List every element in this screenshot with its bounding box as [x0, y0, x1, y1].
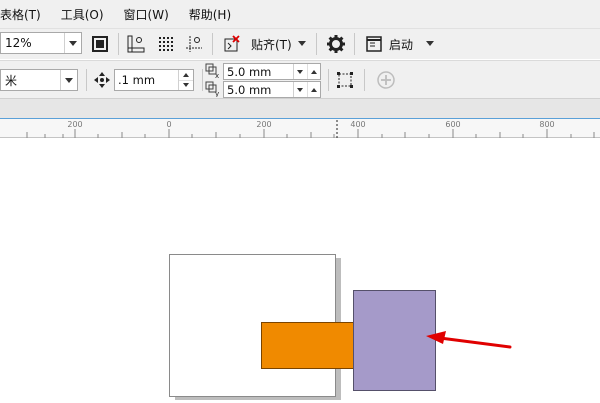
zoom-combo[interactable]: 12%	[0, 32, 82, 54]
chevron-down-icon[interactable]	[298, 41, 306, 46]
launch-window-icon[interactable]	[362, 32, 386, 56]
purple-rectangle[interactable]	[353, 290, 436, 391]
property-bar: 米 .1 mm x y 5.0 mm 5.0 mm	[0, 60, 600, 99]
menu-tools[interactable]: 工具(O)	[51, 6, 114, 23]
chevron-down-icon[interactable]	[64, 33, 81, 53]
ruler-tick-label: 400	[350, 120, 365, 129]
orange-rectangle[interactable]	[261, 322, 354, 369]
zoom-value: 12%	[5, 36, 32, 50]
nudge-value: .1 mm	[118, 73, 156, 87]
toolbar-separator	[118, 33, 119, 55]
chevron-down-icon[interactable]	[426, 41, 434, 46]
duplicate-y-stepper[interactable]: 5.0 mm	[223, 81, 321, 98]
snap-off-icon[interactable]	[220, 32, 244, 56]
add-icon[interactable]	[374, 68, 398, 92]
duplicate-y-value: 5.0 mm	[227, 82, 272, 97]
ruler-tick-label: 800	[539, 120, 554, 129]
increment-button[interactable]	[308, 82, 321, 97]
svg-text:y: y	[215, 90, 219, 97]
standard-toolbar: 12% 贴齐(T) 启动	[0, 28, 600, 59]
ruler-tick-label: 600	[445, 120, 460, 129]
units-value: 米	[5, 73, 18, 88]
drawing-canvas[interactable]	[0, 138, 600, 400]
ruler-icon[interactable]	[124, 32, 148, 56]
launch-label[interactable]: 启动	[389, 36, 413, 53]
toolbar-separator	[354, 33, 355, 55]
duplicate-x-stepper[interactable]: 5.0 mm	[223, 63, 321, 80]
chevron-down-icon[interactable]	[60, 70, 77, 90]
increment-button[interactable]	[179, 70, 193, 81]
increment-button[interactable]	[308, 64, 321, 79]
decrement-button[interactable]	[179, 81, 193, 91]
menu-table[interactable]: 表格(T)	[0, 6, 51, 23]
menu-window[interactable]: 窗口(W)	[114, 6, 179, 23]
dup-y-icon: y	[204, 80, 222, 98]
dup-x-icon: x	[204, 62, 222, 80]
toolbar-separator	[202, 69, 203, 91]
toolbar-separator	[212, 33, 213, 55]
grid-icon[interactable]	[154, 32, 178, 56]
toolbar-separator	[364, 69, 365, 91]
toolbar-separator	[316, 33, 317, 55]
duplicate-x-value: 5.0 mm	[227, 64, 272, 79]
docker-tab-strip	[0, 98, 600, 119]
ruler-tick-label: 200	[256, 120, 271, 129]
ruler-tick-label: 200	[67, 120, 82, 129]
page-frame-icon[interactable]	[333, 68, 357, 92]
menu-help[interactable]: 帮助(H)	[179, 6, 241, 23]
ruler-tick-label: 0	[166, 120, 171, 129]
fullscreen-icon[interactable]	[88, 32, 112, 56]
nudge-icon	[90, 68, 114, 92]
units-combo[interactable]: 米	[0, 69, 78, 91]
decrement-button[interactable]	[294, 82, 308, 97]
nudge-distance-stepper[interactable]: .1 mm	[114, 69, 194, 91]
toolbar-separator	[86, 69, 87, 91]
guideline-icon[interactable]	[182, 32, 206, 56]
red-arrow-annotation	[426, 331, 512, 349]
toolbar-separator	[328, 69, 329, 91]
decrement-button[interactable]	[294, 64, 308, 79]
gear-icon[interactable]	[324, 32, 348, 56]
snap-label[interactable]: 贴齐(T)	[251, 36, 292, 53]
svg-text:x: x	[215, 72, 219, 79]
horizontal-ruler[interactable]: 200 0 200 400 600 800	[0, 118, 600, 138]
menu-bar: 表格(T) 工具(O) 窗口(W) 帮助(H)	[0, 0, 600, 28]
